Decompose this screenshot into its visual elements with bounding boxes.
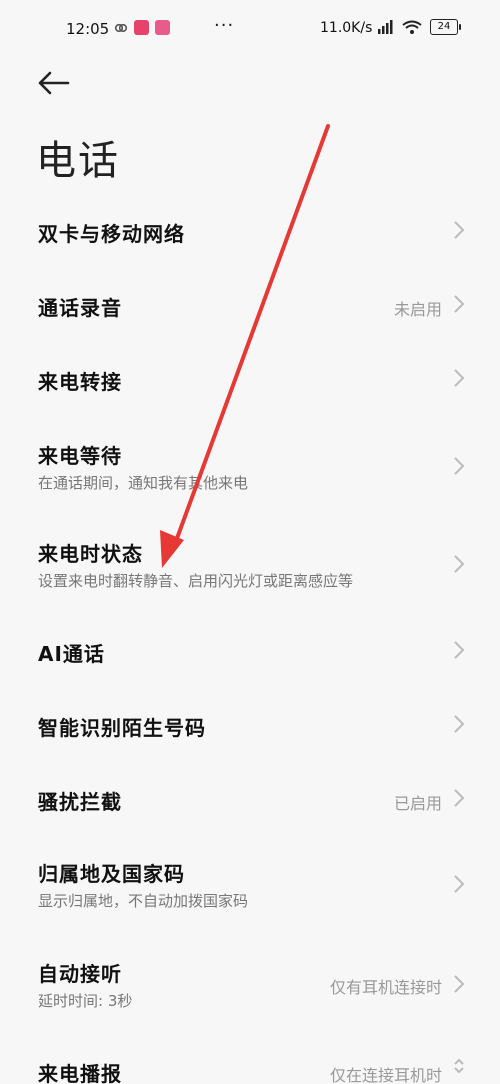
network-speed: 11.0K/s — [320, 20, 373, 36]
battery-icon: 24 — [430, 19, 461, 35]
setting-dual-sim[interactable]: 双卡与移动网络 — [0, 198, 500, 262]
row-title: 来电转接 — [38, 370, 122, 394]
row-title: 骚扰拦截 — [38, 790, 122, 814]
wifi-icon — [402, 20, 422, 34]
chevron-right-icon — [454, 641, 465, 659]
chevron-right-icon — [454, 221, 465, 239]
status-bar: 12:05 ··· 11.0K/s 24 — [0, 0, 500, 60]
chevron-right-icon — [454, 555, 465, 573]
row-title: 双卡与移动网络 — [38, 222, 185, 246]
row-subtitle: 设置来电时翻转静音、启用闪光灯或距离感应等 — [38, 572, 354, 590]
setting-call-waiting[interactable]: 来电等待 在通话期间，通知我有其他来电 — [0, 428, 500, 508]
chevron-right-icon — [454, 975, 465, 993]
row-value: 仅在连接耳机时 — [329, 1066, 442, 1084]
chevron-right-icon — [454, 789, 465, 807]
row-title: 来电等待 — [38, 444, 122, 468]
chevron-up-down-icon — [454, 1058, 464, 1074]
shop-app-icon — [155, 20, 170, 35]
row-subtitle: 显示归属地，不自动加拨国家码 — [38, 892, 249, 910]
page-title: 电话 — [36, 138, 120, 184]
setting-incoming-call-state[interactable]: 来电时状态 设置来电时翻转静音、启用闪光灯或距离感应等 — [0, 526, 500, 606]
row-title: 归属地及国家码 — [38, 862, 185, 886]
row-title: 智能识别陌生号码 — [38, 716, 206, 740]
row-value: 未启用 — [393, 300, 442, 319]
chevron-right-icon — [454, 369, 465, 387]
chevron-right-icon — [454, 457, 465, 475]
status-left-icons — [114, 20, 170, 35]
setting-ai-call[interactable]: AI通话 — [0, 618, 500, 682]
row-title: 自动接听 — [38, 962, 122, 986]
row-subtitle: 延时时间: 3秒 — [38, 992, 133, 1010]
status-time: 12:05 — [66, 20, 110, 38]
status-right-icons: 24 — [378, 19, 461, 35]
setting-spam-blocking[interactable]: 骚扰拦截 已启用 — [0, 766, 500, 830]
setting-call-forwarding[interactable]: 来电转接 — [0, 346, 500, 410]
more-notifications-icon: ··· — [214, 15, 235, 36]
setting-location-country-code[interactable]: 归属地及国家码 显示归属地，不自动加拨国家码 — [0, 846, 500, 926]
music-app-icon — [134, 20, 149, 35]
row-title: 来电时状态 — [38, 542, 143, 566]
row-subtitle: 在通话期间，通知我有其他来电 — [38, 474, 249, 492]
chevron-right-icon — [454, 715, 465, 733]
chevron-right-icon — [454, 875, 465, 893]
signal-icon — [378, 20, 393, 34]
row-title: 通话录音 — [38, 296, 122, 320]
hd-link-icon — [114, 23, 128, 32]
chevron-right-icon — [454, 295, 465, 313]
row-title: AI通话 — [38, 642, 105, 666]
row-value: 已启用 — [393, 794, 442, 813]
row-title: 来电播报 — [38, 1062, 122, 1084]
setting-call-recording[interactable]: 通话录音 未启用 — [0, 272, 500, 336]
setting-identify-unknown-numbers[interactable]: 智能识别陌生号码 — [0, 692, 500, 756]
arrow-left-icon[interactable] — [36, 68, 72, 98]
setting-call-announcement[interactable]: 来电播报 仅在连接耳机时 — [0, 1042, 500, 1084]
setting-auto-answer[interactable]: 自动接听 延时时间: 3秒 仅有耳机连接时 — [0, 944, 500, 1024]
row-value: 仅有耳机连接时 — [329, 978, 442, 997]
